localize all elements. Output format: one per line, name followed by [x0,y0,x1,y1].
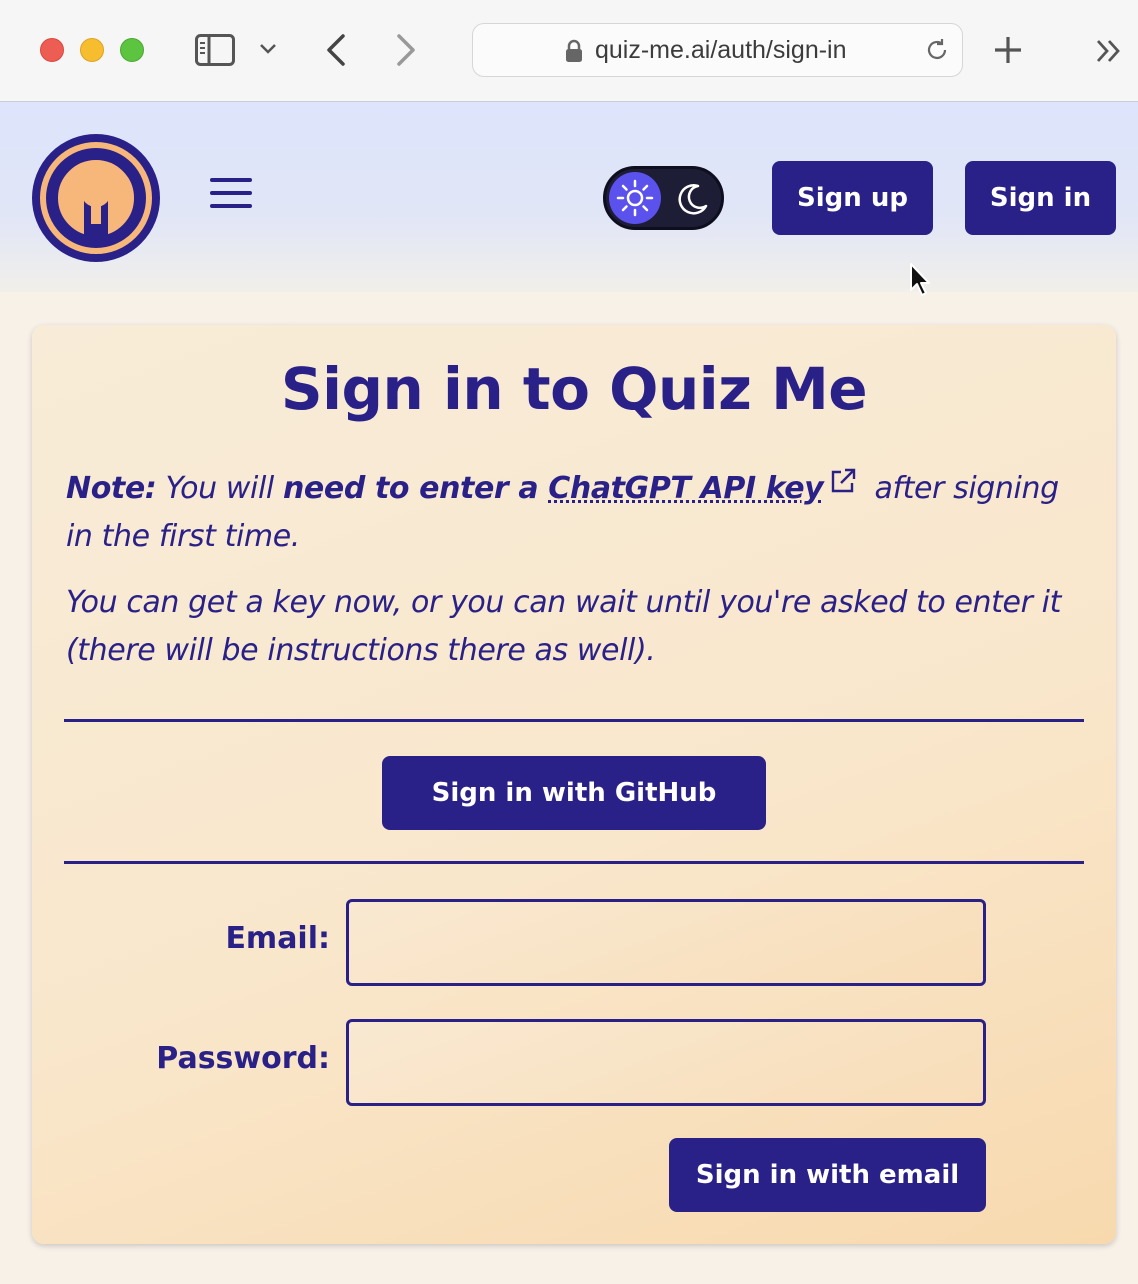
sign-in-with-github-button[interactable]: Sign in with GitHub [382,756,766,830]
forward-arrow-icon[interactable] [394,33,418,67]
address-bar[interactable]: quiz-me.ai/auth/sign-in [472,23,963,77]
url-text: quiz-me.ai/auth/sign-in [595,36,847,64]
divider-top [64,719,1084,722]
sign-in-with-email-button[interactable]: Sign in with email [669,1138,986,1212]
header-sign-in-button[interactable]: Sign in [965,161,1116,235]
mouse-cursor-icon [910,263,930,296]
minimize-window-button[interactable] [80,38,104,62]
sidebar-toggle-icon[interactable] [195,34,235,66]
reload-icon[interactable] [924,37,950,63]
close-window-button[interactable] [40,38,64,62]
note-text-1: You will [156,471,283,506]
divider-bottom [64,861,1084,864]
note-lead: Note: [66,471,157,506]
quiz-me-logo-icon[interactable] [32,134,160,262]
new-tab-plus-icon[interactable] [993,35,1023,65]
page-title: Sign in to Quiz Me [280,355,868,423]
theme-toggle[interactable] [603,166,724,230]
password-label: Password: [156,1041,330,1076]
api-key-note-secondary: You can get a key now, or you can wait u… [66,585,1061,668]
note-bold: need to enter a [282,471,549,506]
browser-chrome: quiz-me.ai/auth/sign-in [0,0,1138,102]
api-key-note: Note: You will need to enter a ChatGPT A… [66,465,1086,561]
header-sign-up-button[interactable]: Sign up [772,161,933,235]
email-field[interactable] [346,899,986,986]
sign-in-card: Sign in to Quiz Me Note: You will need t… [32,325,1116,1244]
external-link-icon[interactable] [829,467,857,495]
chatgpt-api-key-link[interactable]: ChatGPT API key [548,471,823,506]
moon-icon [678,184,708,215]
back-arrow-icon[interactable] [324,33,348,67]
fullscreen-window-button[interactable] [120,38,144,62]
hamburger-menu-icon[interactable] [210,178,252,208]
theme-toggle-knob [609,172,661,224]
app-header: Sign up Sign in [0,102,1138,292]
lock-icon [566,39,582,62]
sun-icon [616,179,654,217]
double-chevron-right-icon[interactable] [1095,38,1123,64]
chevron-down-icon[interactable] [259,43,277,55]
email-label: Email: [225,921,330,956]
password-field[interactable] [346,1019,986,1106]
